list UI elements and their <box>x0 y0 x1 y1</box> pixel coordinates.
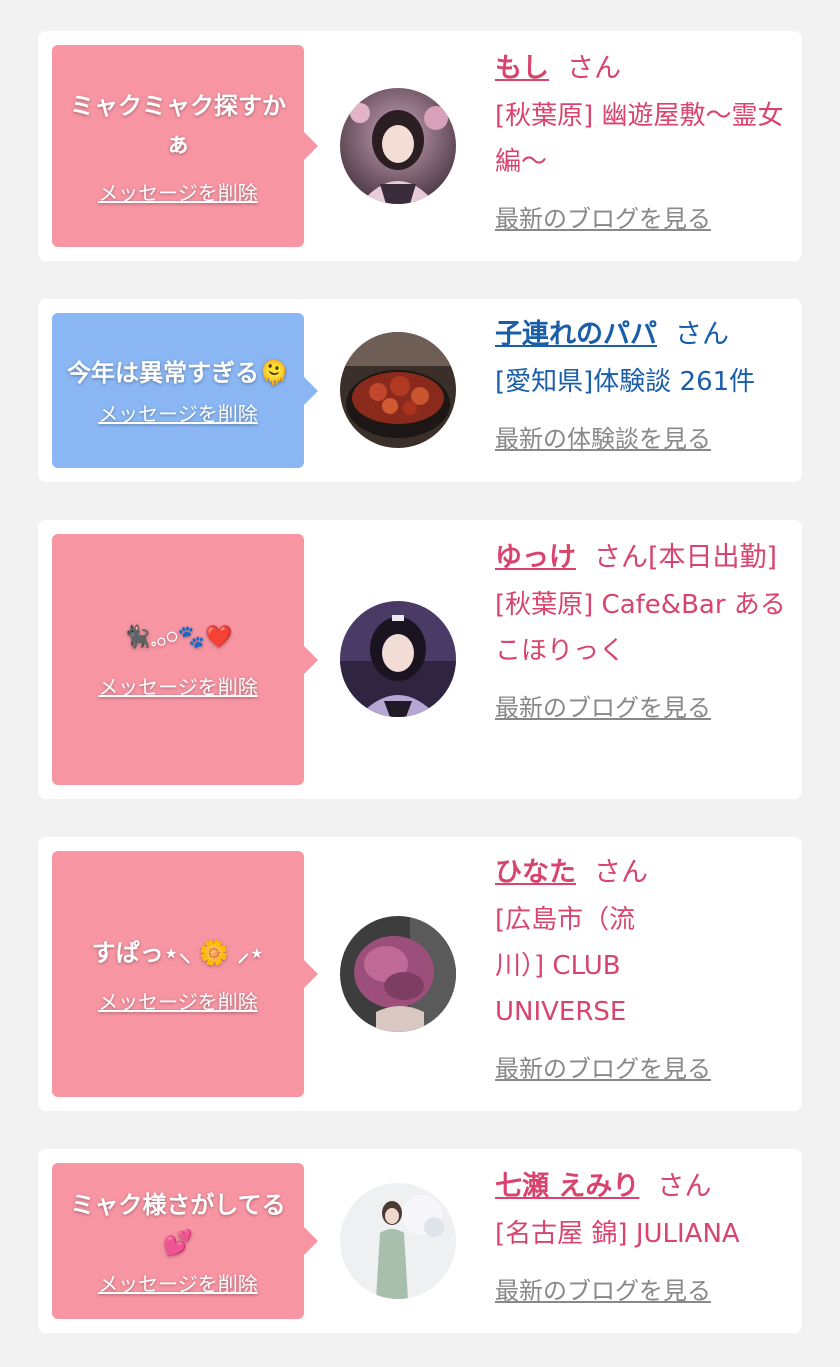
shop-name: [秋葉原] Cafe&Bar あるこほりっく <box>495 590 786 666</box>
message-text: 今年は異常すぎる🫠 <box>67 359 289 387</box>
avatar[interactable] <box>340 916 456 1032</box>
cast-name-link[interactable]: 子連れのパパ <box>495 319 657 350</box>
message-text: ミャク様さがしてる💕 <box>70 1190 286 1257</box>
message-text: 🐈‍⬛𓈒𓂂𓏸🐾❤️ <box>123 625 233 650</box>
latest-review-link[interactable]: 最新の体験談を見る <box>495 419 791 454</box>
delete-message-link[interactable]: メッセージを削除 <box>98 671 258 700</box>
cast-info: 七瀬 えみり さん [名古屋 錦] JULIANA 最新のブログを見る <box>495 1163 791 1306</box>
delete-message-link[interactable]: メッセージを削除 <box>98 986 258 1015</box>
message-card: 🐈‍⬛𓈒𓂂𓏸🐾❤️ メッセージを削除 ゆっけ さん[本日出勤] [秋葉原] Caf… <box>38 520 802 799</box>
message-card: ミャクミャク探すかぁ メッセージを削除 もし さん [秋葉原] 幽遊屋敷〜霊女編〜… <box>38 31 802 261</box>
message-bubble: すぱっ⋆⸜ 🌼 ⸝⋆ メッセージを削除 <box>52 851 318 1097</box>
latest-blog-link[interactable]: 最新のブログを見る <box>495 199 791 234</box>
avatar-image <box>340 332 456 448</box>
honorific: さん <box>594 857 648 888</box>
avatar[interactable] <box>340 601 456 717</box>
avatar[interactable] <box>340 1183 456 1299</box>
delete-message-link[interactable]: メッセージを削除 <box>98 398 258 427</box>
message-card: 今年は異常すぎる🫠 メッセージを削除 子連れのパパ さん [愛知県]体験談 261… <box>38 299 802 482</box>
latest-blog-link[interactable]: 最新のブログを見る <box>495 1049 791 1084</box>
latest-blog-link[interactable]: 最新のブログを見る <box>495 688 791 723</box>
cast-info: ゆっけ さん[本日出勤] [秋葉原] Cafe&Bar あるこほりっく 最新のブロ… <box>495 534 791 723</box>
shop-name: [秋葉原] 幽遊屋敷〜霊女編〜 <box>495 101 784 177</box>
message-bubble: ミャク様さがしてる💕 メッセージを削除 <box>52 1163 318 1319</box>
cast-name-link[interactable]: 七瀬 えみり <box>495 1171 639 1202</box>
message-bubble: 🐈‍⬛𓈒𓂂𓏸🐾❤️ メッセージを削除 <box>52 534 318 785</box>
avatar[interactable] <box>340 88 456 204</box>
avatar-image <box>340 1183 456 1299</box>
message-text: すぱっ⋆⸜ 🌼 ⸝⋆ <box>91 938 265 967</box>
avatar-image <box>340 601 456 717</box>
cast-info: もし さん [秋葉原] 幽遊屋敷〜霊女編〜 最新のブログを見る <box>495 45 791 234</box>
avatar-image <box>340 88 456 204</box>
cast-name-link[interactable]: ゆっけ <box>495 542 576 573</box>
avatar-image <box>340 916 456 1032</box>
message-bubble: ミャクミャク探すかぁ メッセージを削除 <box>52 45 318 247</box>
shop-name: [広島市（流川）] CLUB UNIVERSE <box>495 905 636 1027</box>
avatar[interactable] <box>340 332 456 448</box>
message-bubble: 今年は異常すぎる🫠 メッセージを削除 <box>52 313 318 468</box>
honorific: さん <box>675 319 729 350</box>
message-text: ミャクミャク探すかぁ <box>70 91 286 158</box>
honorific: さん <box>657 1171 712 1202</box>
shop-name: [愛知県]体験談 261件 <box>495 367 756 397</box>
cast-info: ひなた さん [広島市（流川）] CLUB UNIVERSE 最新のブログを見る <box>495 849 791 1084</box>
latest-blog-link[interactable]: 最新のブログを見る <box>495 1271 791 1306</box>
cast-name-link[interactable]: ひなた <box>495 857 576 888</box>
cast-info: 子連れのパパ さん [愛知県]体験談 261件 最新の体験談を見る <box>495 311 791 454</box>
cast-name-link[interactable]: もし <box>495 53 549 84</box>
delete-message-link[interactable]: メッセージを削除 <box>98 177 258 206</box>
message-card: ミャク様さがしてる💕 メッセージを削除 七瀬 えみり さん [名古屋 錦] JUL… <box>38 1149 802 1333</box>
message-card: すぱっ⋆⸜ 🌼 ⸝⋆ メッセージを削除 ひなた さん [広島市（流川）] CLUB… <box>38 837 802 1111</box>
delete-message-link[interactable]: メッセージを削除 <box>98 1268 258 1297</box>
honorific: さん[本日出勤] <box>594 542 778 573</box>
honorific: さん <box>567 53 621 84</box>
shop-name: [名古屋 錦] JULIANA <box>495 1219 740 1249</box>
